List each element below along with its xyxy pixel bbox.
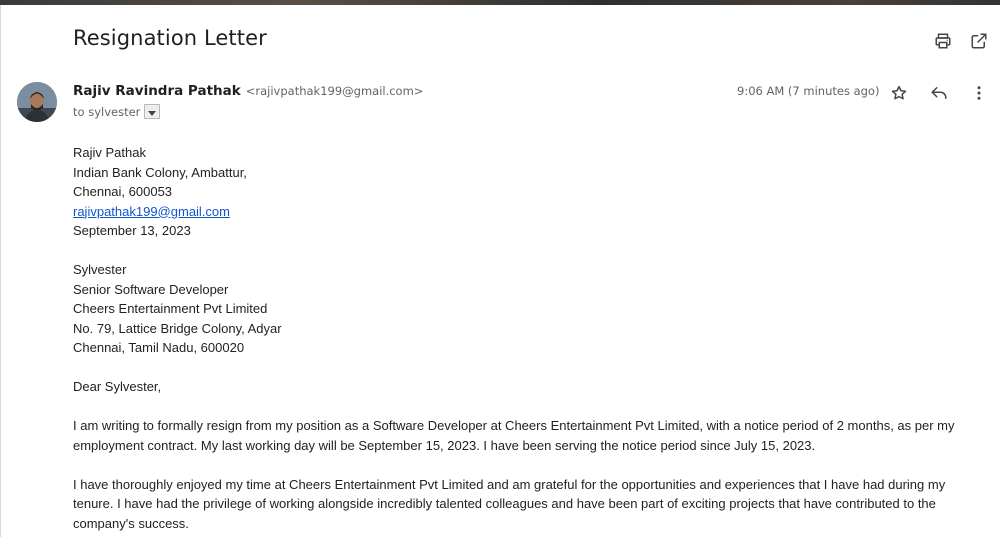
letter-paragraph-1-line-1: I am writing to formally resign from my …: [73, 418, 955, 433]
letter-paragraph-1-line-2: employment contract. My last working day…: [73, 437, 816, 453]
letter-recipient-address-2: Chennai, Tamil Nadu, 600020: [73, 340, 245, 355]
email-body: Rajiv Pathak Indian Bank Colony, Ambattu…: [73, 143, 973, 533]
letter-sender-email-link[interactable]: rajivpathak199@gmail.com: [73, 204, 230, 219]
dropdown-arrow-icon: [148, 105, 157, 119]
open-in-new-window-icon: [970, 32, 988, 50]
header-actions: [932, 30, 990, 52]
letter-sender-address-2: Chennai, 600053: [73, 184, 173, 199]
star-icon: [890, 84, 908, 102]
letter-salutation: Dear Sylvester,: [73, 379, 162, 394]
more-options-icon: [970, 84, 988, 102]
sender-info: Rajiv Ravindra Pathak <rajivpathak199@gm…: [73, 83, 423, 99]
pane-left-border: [0, 5, 1, 537]
recipient-line: to sylvester: [73, 104, 161, 119]
letter-recipient-company: Cheers Entertainment Pvt Limited: [73, 301, 268, 316]
message-actions: [888, 82, 990, 104]
sender-avatar[interactable]: [17, 82, 57, 122]
reply-icon: [930, 84, 948, 102]
reply-button[interactable]: [928, 82, 950, 104]
email-timestamp: 9:06 AM (7 minutes ago): [737, 84, 880, 98]
letter-recipient-title: Senior Software Developer: [73, 281, 229, 297]
sender-name[interactable]: Rajiv Ravindra Pathak: [73, 83, 241, 99]
print-button[interactable]: [932, 30, 954, 52]
letter-date: September 13, 2023: [73, 223, 191, 238]
recipient-text: to sylvester: [73, 104, 141, 119]
print-icon: [934, 32, 952, 50]
email-subject: Resignation Letter: [73, 26, 267, 50]
open-in-new-window-button[interactable]: [968, 30, 990, 52]
window-top-border: [0, 0, 1000, 5]
letter-recipient-address-1: No. 79, Lattice Bridge Colony, Adyar: [73, 320, 282, 336]
letter-paragraph-2-line-2: tenure. I have had the privilege of work…: [73, 496, 936, 511]
star-button[interactable]: [888, 82, 910, 104]
recipient-details-toggle[interactable]: [144, 104, 161, 119]
letter-sender-name: Rajiv Pathak: [73, 145, 146, 160]
more-options-button[interactable]: [968, 82, 990, 104]
letter-paragraph-2-line-1: I have thoroughly enjoyed my time at Che…: [73, 476, 946, 492]
letter-paragraph-2-line-3: company's success.: [73, 515, 189, 531]
letter-sender-address-1: Indian Bank Colony, Ambattur,: [73, 164, 247, 180]
sender-email: <rajivpathak199@gmail.com>: [245, 84, 424, 98]
letter-recipient-name: Sylvester: [73, 262, 127, 277]
